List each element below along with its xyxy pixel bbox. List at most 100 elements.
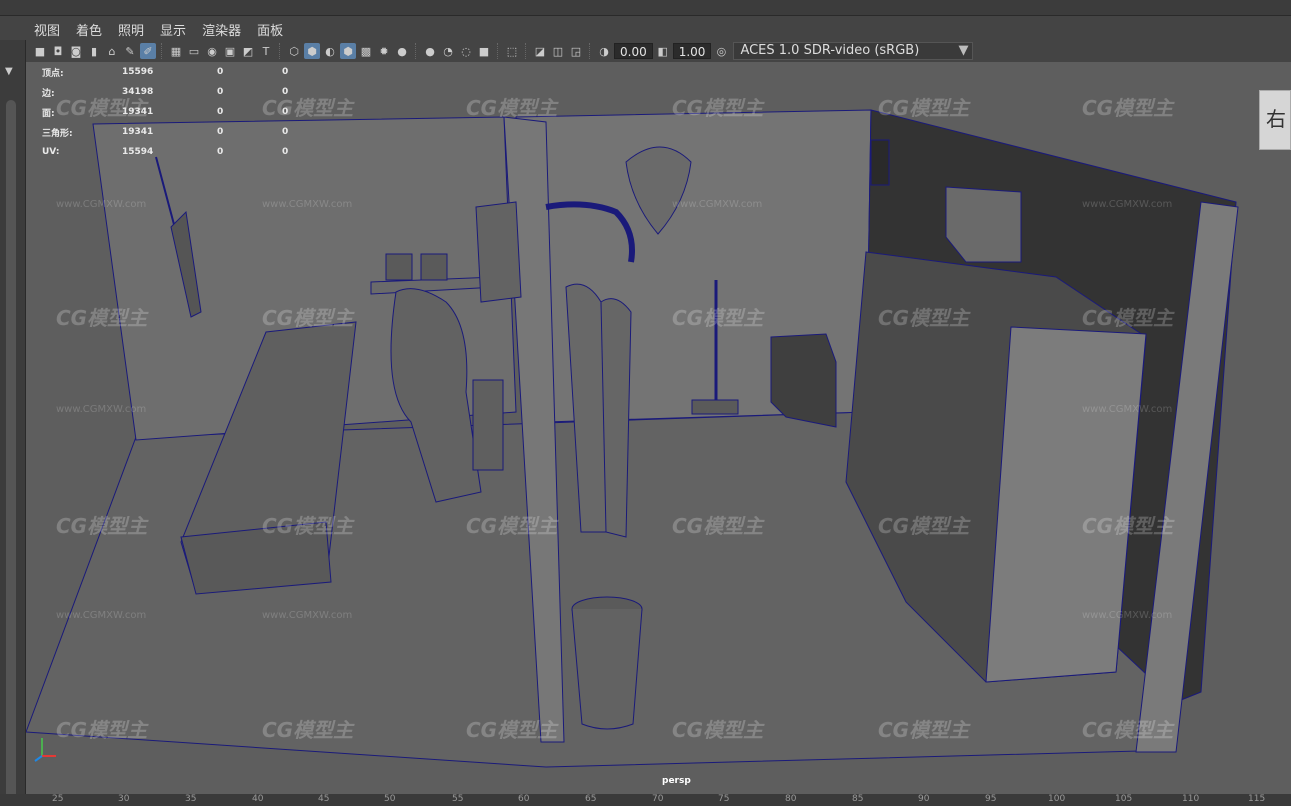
textured-icon[interactable]: ⬢ bbox=[340, 43, 356, 59]
default-material-icon[interactable]: ◐ bbox=[322, 43, 338, 59]
pencil-icon[interactable]: ✎ bbox=[122, 43, 138, 59]
shadows-icon[interactable]: ● bbox=[394, 43, 410, 59]
hud-label: 边: bbox=[42, 88, 55, 99]
resolution-gate-icon[interactable]: ◉ bbox=[204, 43, 220, 59]
xray-icon[interactable]: ◪ bbox=[532, 43, 548, 59]
hud-value: 0 bbox=[282, 67, 289, 77]
grease-pencil-icon[interactable]: ✐ bbox=[140, 43, 156, 59]
backface-icon[interactable]: ◲ bbox=[568, 43, 584, 59]
camera-lock-icon[interactable]: ◘ bbox=[50, 43, 66, 59]
hud-value: 15594 bbox=[122, 147, 154, 157]
time-tick: 50 bbox=[384, 794, 396, 804]
time-tick: 95 bbox=[985, 794, 997, 804]
watermark: CG模型主 bbox=[672, 718, 764, 742]
toolbar-divider bbox=[589, 43, 591, 59]
view-cube[interactable]: 右 bbox=[1259, 90, 1291, 150]
hud-row-faces: 面: 19341 0 0 bbox=[42, 102, 288, 122]
wireframe-icon[interactable]: ⬡ bbox=[286, 43, 302, 59]
color-management-icon[interactable]: ◎ bbox=[713, 43, 729, 59]
toolbar-divider bbox=[497, 43, 499, 59]
smooth-shade-icon[interactable]: ⬢ bbox=[304, 43, 320, 59]
watermark-url: www.CGMXW.com bbox=[262, 199, 353, 210]
hud-row-vertices: 顶点: 15596 0 0 bbox=[42, 62, 288, 82]
view-cube-label: 右 bbox=[1266, 107, 1286, 131]
time-tick: 80 bbox=[785, 794, 797, 804]
watermark-url: www.CGMXW.com bbox=[56, 199, 147, 210]
toolbar-divider bbox=[279, 43, 281, 59]
field-chart-icon[interactable]: ◩ bbox=[240, 43, 256, 59]
time-tick: 75 bbox=[718, 794, 730, 804]
watermark: CG模型主 bbox=[672, 96, 764, 120]
left-side-panel: ▼ bbox=[0, 40, 26, 806]
3d-viewport[interactable]: CG模型主 CG模型主 CG模型主 CG模型主 CG模型主 CG模型主 CG模型… bbox=[26, 62, 1291, 794]
hud-value: 19341 bbox=[122, 107, 154, 117]
gate-mask-icon[interactable]: ▣ bbox=[222, 43, 238, 59]
hud-label: 顶点: bbox=[42, 68, 64, 79]
watermark: CG模型主 bbox=[262, 306, 354, 330]
watermark: CG模型主 bbox=[1082, 96, 1174, 120]
toolbar-divider bbox=[161, 43, 163, 59]
hud-value: 19341 bbox=[122, 127, 154, 137]
exposure-field[interactable]: 0.00 bbox=[614, 43, 653, 59]
menu-show[interactable]: 显示 bbox=[152, 20, 194, 39]
scene-wireframe bbox=[26, 109, 1239, 768]
poly-count-hud: 顶点: 15596 0 0 边: 34198 0 0 面: 19341 0 0 … bbox=[42, 62, 288, 162]
menu-view[interactable]: 视图 bbox=[26, 20, 68, 39]
watermark: CG模型主 bbox=[56, 306, 148, 330]
image-plane-icon[interactable]: ▮ bbox=[86, 43, 102, 59]
safe-title-icon[interactable]: T bbox=[258, 43, 274, 59]
watermark: CG模型主 bbox=[1082, 306, 1174, 330]
color-space-dropdown[interactable]: ACES 1.0 SDR-video (sRGB) ▼ bbox=[733, 42, 974, 60]
watermark: CG模型主 bbox=[878, 514, 970, 538]
panel-toolbar: ■ ◘ ◙ ▮ ⌂ ✎ ✐ ▦ ▭ ◉ ▣ ◩ T ⬡ ⬢ ◐ ⬢ ▩ ✹ ● … bbox=[26, 40, 1291, 62]
camera-icon[interactable]: ■ bbox=[32, 43, 48, 59]
watermark-url: www.CGMXW.com bbox=[672, 199, 763, 210]
menu-shading[interactable]: 着色 bbox=[68, 20, 110, 39]
grid-icon[interactable]: ▦ bbox=[168, 43, 184, 59]
exposure-icon: ◑ bbox=[599, 44, 609, 58]
watermark-url: www.CGMXW.com bbox=[56, 610, 147, 621]
checker-icon[interactable]: ▩ bbox=[358, 43, 374, 59]
film-gate-icon[interactable]: ▭ bbox=[186, 43, 202, 59]
isolate-select-icon[interactable]: ⬚ bbox=[504, 43, 520, 59]
watermark: CG模型主 bbox=[672, 306, 764, 330]
menu-panels[interactable]: 面板 bbox=[249, 20, 291, 39]
time-tick: 55 bbox=[452, 794, 464, 804]
window-top-strip bbox=[0, 0, 1291, 16]
panel-dropdown-icon[interactable]: ▼ bbox=[5, 66, 13, 77]
time-tick: 65 bbox=[585, 794, 597, 804]
watermark: CG模型主 bbox=[1082, 718, 1174, 742]
watermark: CG模型主 bbox=[466, 96, 558, 120]
use-all-lights-icon[interactable]: ✹ bbox=[376, 43, 392, 59]
screen-space-ao-icon[interactable]: ● bbox=[422, 43, 438, 59]
hud-label: 三角形: bbox=[42, 128, 73, 139]
hud-label: 面: bbox=[42, 108, 55, 119]
motion-blur-icon[interactable]: ◔ bbox=[440, 43, 456, 59]
depth-of-field-icon[interactable]: ■ bbox=[476, 43, 492, 59]
menu-renderer[interactable]: 渲染器 bbox=[194, 20, 249, 39]
watermark-url: www.CGMXW.com bbox=[56, 404, 147, 415]
hud-value: 34198 bbox=[122, 87, 154, 97]
time-tick: 70 bbox=[652, 794, 664, 804]
menu-lighting[interactable]: 照明 bbox=[110, 20, 152, 39]
time-tick: 45 bbox=[318, 794, 330, 804]
time-tick: 60 bbox=[518, 794, 530, 804]
left-scrollbar[interactable] bbox=[6, 100, 16, 800]
multisample-aa-icon[interactable]: ◌ bbox=[458, 43, 474, 59]
watermark: CG模型主 bbox=[466, 718, 558, 742]
time-tick: 100 bbox=[1048, 794, 1066, 804]
attributes-icon[interactable]: ⌂ bbox=[104, 43, 120, 59]
watermark-url: www.CGMXW.com bbox=[262, 610, 353, 621]
watermark: CG模型主 bbox=[1082, 514, 1174, 538]
axis-gizmo-icon bbox=[34, 738, 56, 762]
xray-joints-icon[interactable]: ◫ bbox=[550, 43, 566, 59]
bookmark-icon[interactable]: ◙ bbox=[68, 43, 84, 59]
time-tick: 30 bbox=[118, 794, 130, 804]
camera-name-label: persp bbox=[662, 776, 691, 786]
hud-value: 0 bbox=[217, 107, 224, 117]
watermark: CG模型主 bbox=[878, 306, 970, 330]
hud-value: 0 bbox=[217, 127, 224, 137]
gamma-field[interactable]: 1.00 bbox=[672, 43, 712, 59]
watermark: CG模型主 bbox=[262, 718, 354, 742]
time-slider[interactable]: 25 30 35 40 45 50 55 60 65 70 75 80 85 9… bbox=[0, 794, 1291, 806]
